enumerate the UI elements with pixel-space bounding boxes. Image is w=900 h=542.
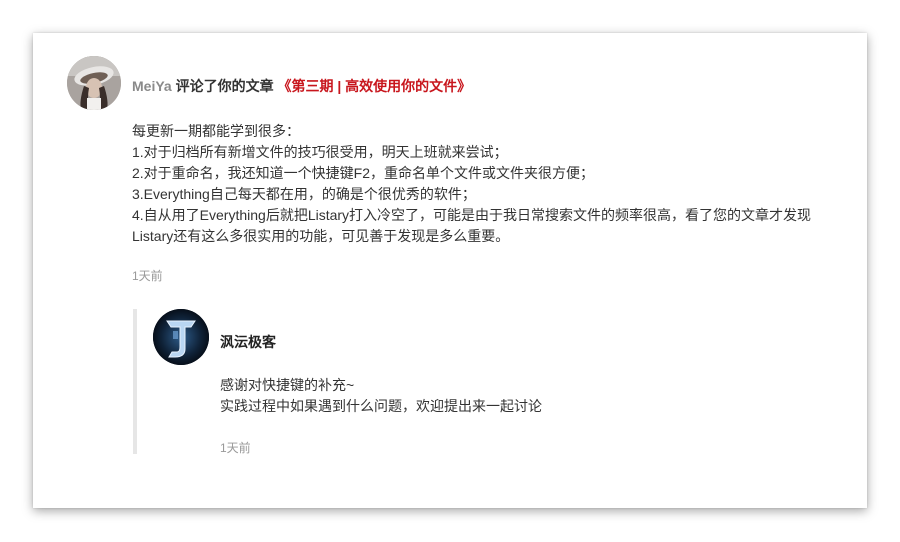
comment-line: 1.对于归档所有新增文件的技巧很受用，明天上班就来尝试；: [132, 144, 508, 160]
reply-author-link[interactable]: 沨沄极客: [220, 332, 276, 352]
comment-line: 每更新一期都能学到很多：: [132, 123, 300, 139]
article-title-link[interactable]: 《第三期 | 高效使用你的文件》: [277, 78, 471, 94]
comment-author-link[interactable]: MeiYa: [132, 78, 172, 94]
reply-timestamp: 1天前: [220, 441, 251, 455]
comment-action-text: 评论了你的文章: [171, 78, 278, 94]
reply-line: 感谢对快捷键的补充~: [220, 377, 355, 393]
comment-line: 2.对于重命名，我还知道一个快捷键F2，重命名单个文件或文件夹很方便；: [132, 165, 595, 181]
reply-text: 感谢对快捷键的补充~ 实践过程中如果遇到什么问题，欢迎提出来一起讨论: [220, 375, 820, 417]
reply-line: 实践过程中如果遇到什么问题，欢迎提出来一起讨论: [220, 398, 542, 414]
avatar[interactable]: [67, 56, 121, 110]
reply-avatar[interactable]: [153, 309, 209, 365]
comment-text: 每更新一期都能学到很多： 1.对于归档所有新增文件的技巧很受用，明天上班就来尝试…: [132, 121, 838, 247]
user-photo-icon: [67, 56, 121, 110]
comment-line: 4.自从用了Everything后就把Listary打入冷空了，可能是由于我日常…: [132, 207, 812, 244]
comment-card: MeiYa 评论了你的文章 《第三期 | 高效使用你的文件》 每更新一期都能学到…: [33, 33, 867, 508]
comment-header: MeiYa 评论了你的文章 《第三期 | 高效使用你的文件》: [132, 77, 471, 95]
reply-block: 沨沄极客 感谢对快捷键的补充~ 实践过程中如果遇到什么问题，欢迎提出来一起讨论 …: [133, 309, 837, 455]
reply-logo-icon: [153, 309, 209, 365]
comment-line: 3.Everything自己每天都在用，的确是个很优秀的软件；: [132, 186, 476, 202]
comment-timestamp: 1天前: [132, 269, 163, 283]
